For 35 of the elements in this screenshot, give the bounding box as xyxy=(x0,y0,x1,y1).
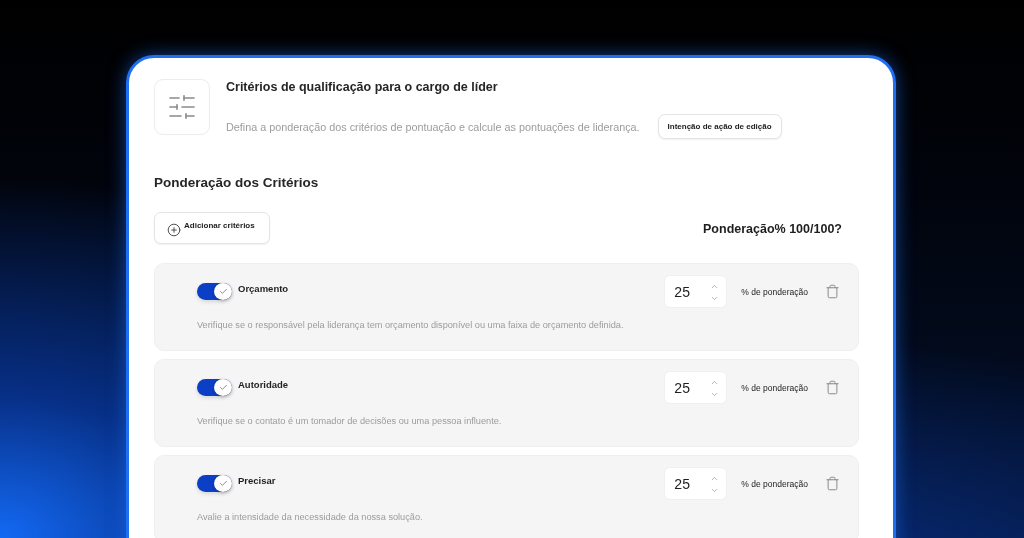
criterion-description: Verifique se o contato é um tomador de decisões ou uma pessoa influente. xyxy=(197,416,502,426)
trash-icon[interactable] xyxy=(825,380,840,395)
add-criteria-button[interactable]: Adicionar critérios xyxy=(154,212,270,244)
unit-label: % de ponderação xyxy=(741,478,808,489)
criterion-description: Verifique se o responsável pela liderança tem orçamento disponível ou uma faixa de orçamento definida. xyxy=(197,320,624,330)
sliders-icon xyxy=(169,95,195,119)
toggle-switch[interactable] xyxy=(197,283,232,300)
unit-label: % de ponderação xyxy=(741,382,808,393)
trash-icon[interactable] xyxy=(825,476,840,491)
chevron-down-icon[interactable] xyxy=(710,294,720,303)
criterion-name: Autoridade xyxy=(238,379,289,390)
criterion-name: Orçamento xyxy=(238,283,289,294)
criterion-name: Precisar xyxy=(238,475,276,486)
chevron-down-icon[interactable] xyxy=(710,486,720,495)
check-icon xyxy=(218,287,228,296)
check-icon xyxy=(218,479,228,488)
unit-label: % de ponderação xyxy=(741,286,808,297)
check-icon xyxy=(218,383,228,392)
weight-input[interactable]: 25 xyxy=(664,467,728,500)
plus-circle-icon xyxy=(167,223,181,237)
page-title: Critérios de qualificação para o cargo de líder xyxy=(226,80,498,94)
weight-input[interactable]: 25 xyxy=(664,275,728,308)
chevron-up-icon[interactable] xyxy=(710,474,720,483)
section-title: Ponderação dos Critérios xyxy=(154,175,319,190)
weight-total: Ponderação% 100/100? xyxy=(703,222,842,236)
criterion-description: Avalie a intensidade da necessidade da nossa solução. xyxy=(197,512,423,522)
chevron-up-icon[interactable] xyxy=(710,378,720,387)
edit-button[interactable]: Intenção de ação de edição xyxy=(657,114,782,139)
toggle-switch[interactable] xyxy=(197,475,232,492)
chevron-up-icon[interactable] xyxy=(710,282,720,291)
chevron-down-icon[interactable] xyxy=(710,390,720,399)
page-description: Defina a ponderação dos critérios de pontuação e calcule as pontuações de liderança. xyxy=(226,120,640,133)
trash-icon[interactable] xyxy=(825,284,840,299)
weight-input[interactable]: 25 xyxy=(664,371,728,404)
toggle-switch[interactable] xyxy=(197,379,232,396)
